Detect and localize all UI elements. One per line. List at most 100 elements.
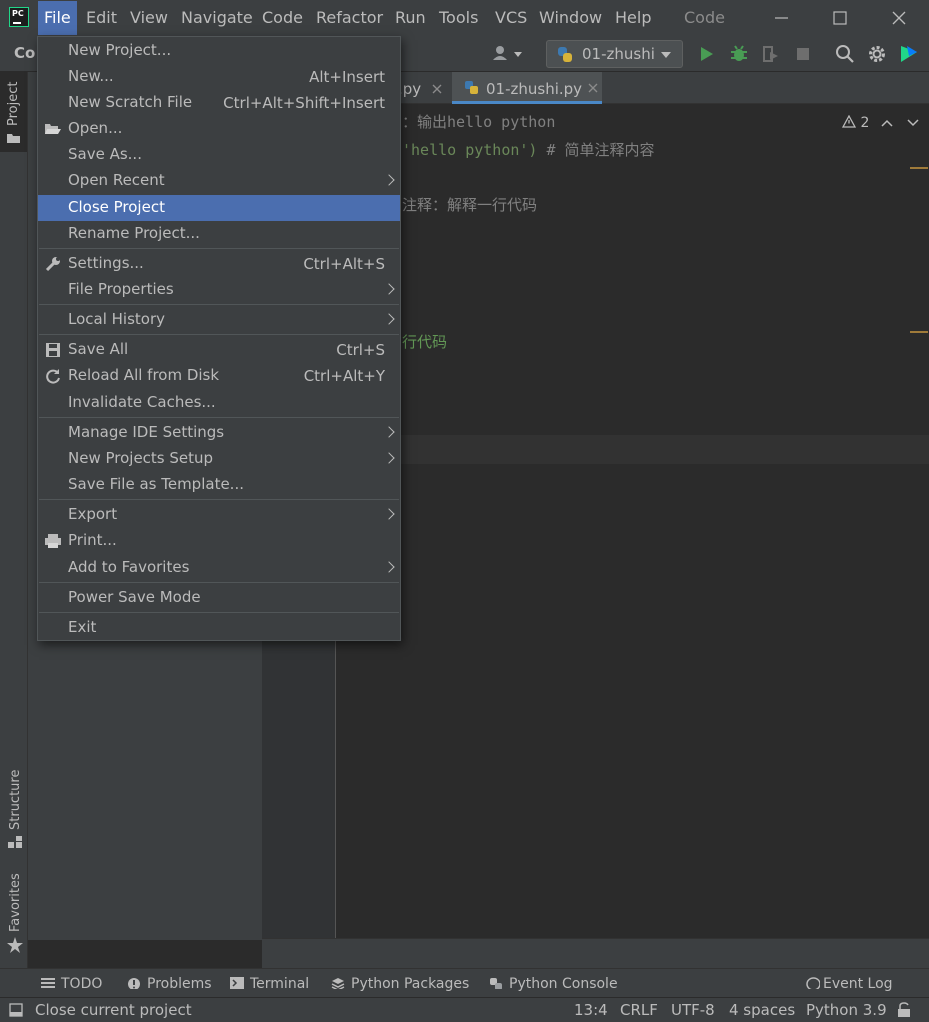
menu-item-label: File Properties xyxy=(68,280,174,298)
tab-project[interactable]: Project xyxy=(0,72,27,152)
menu-navigate[interactable]: Navigate xyxy=(181,8,253,28)
menu-item-add-to-favorites[interactable]: Add to Favorites xyxy=(38,555,400,581)
code-line: 注释：解释一行代码 xyxy=(402,196,538,214)
indent-setting[interactable]: 4 spaces xyxy=(729,1001,795,1019)
menu-item-shortcut: Ctrl+Alt+Shift+Insert xyxy=(223,94,385,112)
menu-item-settings[interactable]: Settings... Ctrl+Alt+S xyxy=(38,251,400,277)
menu-item-exit[interactable]: Exit xyxy=(38,615,400,641)
close-window-icon[interactable] xyxy=(884,4,914,32)
settings-gear-icon[interactable] xyxy=(867,44,887,64)
window-title: Code xyxy=(684,8,725,27)
error-stripe-mark[interactable] xyxy=(910,331,928,333)
menu-item-manage-ide-settings[interactable]: Manage IDE Settings xyxy=(38,420,400,446)
menu-item-save-all[interactable]: Save All Ctrl+S xyxy=(38,337,400,363)
menu-item-new[interactable]: New... Alt+Insert xyxy=(38,64,400,90)
menu-item-close-project[interactable]: Close Project xyxy=(38,195,400,221)
menu-item-invalidate-caches[interactable]: Invalidate Caches... xyxy=(38,390,400,416)
tool-label: Python Packages xyxy=(351,976,470,992)
stop-icon[interactable] xyxy=(793,44,813,64)
editor-tab-inactive[interactable]: .py xyxy=(398,72,442,104)
menu-item-shortcut: Ctrl+Alt+S xyxy=(303,255,385,273)
title-bar: PC File Edit View Navigate Code Refactor… xyxy=(0,0,929,36)
menu-item-save-file-as-template[interactable]: Save File as Template... xyxy=(38,472,400,498)
menu-item-save-as[interactable]: Save As... xyxy=(38,142,400,168)
menu-view[interactable]: View xyxy=(130,8,168,28)
menu-item-export[interactable]: Export xyxy=(38,502,400,528)
debug-icon[interactable] xyxy=(729,44,749,64)
minimize-icon[interactable] xyxy=(766,4,796,32)
run-icon[interactable] xyxy=(697,44,717,64)
menu-item-label: Settings... xyxy=(68,254,144,272)
jetbrains-toolbox-icon[interactable] xyxy=(899,44,919,64)
search-icon[interactable] xyxy=(835,44,855,64)
menu-item-label: Save File as Template... xyxy=(68,475,244,493)
menu-item-label: Rename Project... xyxy=(68,224,200,242)
menu-tools[interactable]: Tools xyxy=(439,8,478,28)
menu-edit[interactable]: Edit xyxy=(86,8,117,28)
menu-separator xyxy=(39,417,399,418)
editor-tab-active[interactable]: 01-zhushi.py xyxy=(452,72,602,104)
menu-item-file-properties[interactable]: File Properties xyxy=(38,277,400,303)
close-tab-icon[interactable] xyxy=(588,83,598,93)
tool-todo[interactable]: TODO xyxy=(41,976,102,992)
chevron-down-icon[interactable] xyxy=(907,118,919,128)
toggle-tool-windows-icon[interactable] xyxy=(9,1003,23,1017)
folder-icon xyxy=(7,134,20,143)
run-with-coverage-icon[interactable] xyxy=(760,44,780,64)
user-account-icon[interactable] xyxy=(492,44,526,64)
menu-separator xyxy=(39,304,399,305)
python-icon xyxy=(558,47,572,62)
tool-label: Terminal xyxy=(250,976,310,992)
menu-item-new-scratch-file[interactable]: New Scratch File Ctrl+Alt+Shift+Insert xyxy=(38,90,400,116)
menu-item-rename-project[interactable]: Rename Project... xyxy=(38,221,400,247)
menu-item-label: Manage IDE Settings xyxy=(68,423,225,441)
python-interpreter[interactable]: Python 3.9 xyxy=(806,1001,887,1019)
pycharm-logo-icon: PC xyxy=(9,7,29,27)
submenu-arrow-icon xyxy=(383,313,395,325)
tool-terminal[interactable]: Terminal xyxy=(230,976,309,992)
menu-help[interactable]: Help xyxy=(615,8,651,28)
menu-item-print[interactable]: Print... xyxy=(38,528,400,554)
menu-file[interactable]: File xyxy=(38,1,77,35)
run-configuration-select[interactable]: 01-zhushi xyxy=(546,40,683,68)
menu-window[interactable]: Window xyxy=(539,8,602,28)
menu-run[interactable]: Run xyxy=(395,8,426,28)
tab-favorites[interactable]: Favorites xyxy=(0,872,27,962)
menu-separator xyxy=(39,334,399,335)
error-stripe-mark[interactable] xyxy=(910,167,928,169)
menu-item-label: Exit xyxy=(68,618,97,636)
submenu-arrow-icon xyxy=(383,426,395,438)
tool-problems[interactable]: Problems xyxy=(127,976,212,992)
breadcrumb[interactable]: Co xyxy=(14,44,35,62)
menu-item-open[interactable]: Open... xyxy=(38,116,400,142)
close-tab-icon[interactable] xyxy=(432,84,442,94)
maximize-icon[interactable] xyxy=(825,4,855,32)
warning-indicator[interactable]: 2 xyxy=(841,114,870,131)
file-encoding[interactable]: UTF-8 xyxy=(671,1001,715,1019)
menu-refactor[interactable]: Refactor xyxy=(316,8,383,28)
python-file-icon xyxy=(465,81,478,94)
menu-item-power-save-mode[interactable]: Power Save Mode xyxy=(38,585,400,611)
unlock-icon[interactable] xyxy=(897,1002,911,1018)
menu-separator xyxy=(39,582,399,583)
chevron-up-icon[interactable] xyxy=(881,118,893,128)
structure-icon xyxy=(8,836,22,848)
caret-position[interactable]: 13:4 xyxy=(574,1001,608,1019)
menu-item-new-projects-setup[interactable]: New Projects Setup xyxy=(38,446,400,472)
menu-item-open-recent[interactable]: Open Recent xyxy=(38,168,400,194)
tool-python-packages[interactable]: Python Packages xyxy=(331,976,469,992)
chevron-down-icon xyxy=(661,52,671,58)
tool-event-log[interactable]: Event Log xyxy=(806,976,893,992)
menu-item-local-history[interactable]: Local History xyxy=(38,307,400,333)
save-disk-icon xyxy=(46,343,60,357)
warning-count: 2 xyxy=(860,115,870,131)
menu-item-new-project[interactable]: New Project... xyxy=(38,38,400,64)
line-separator[interactable]: CRLF xyxy=(620,1001,658,1019)
menu-item-reload-all[interactable]: Reload All from Disk Ctrl+Alt+Y xyxy=(38,363,400,389)
tab-structure[interactable]: Structure xyxy=(0,762,27,852)
menu-vcs[interactable]: VCS xyxy=(495,8,527,28)
menu-separator xyxy=(39,248,399,249)
tool-python-console[interactable]: Python Console xyxy=(489,976,618,992)
menu-code[interactable]: Code xyxy=(262,8,303,28)
tab-structure-label: Structure xyxy=(8,769,23,830)
